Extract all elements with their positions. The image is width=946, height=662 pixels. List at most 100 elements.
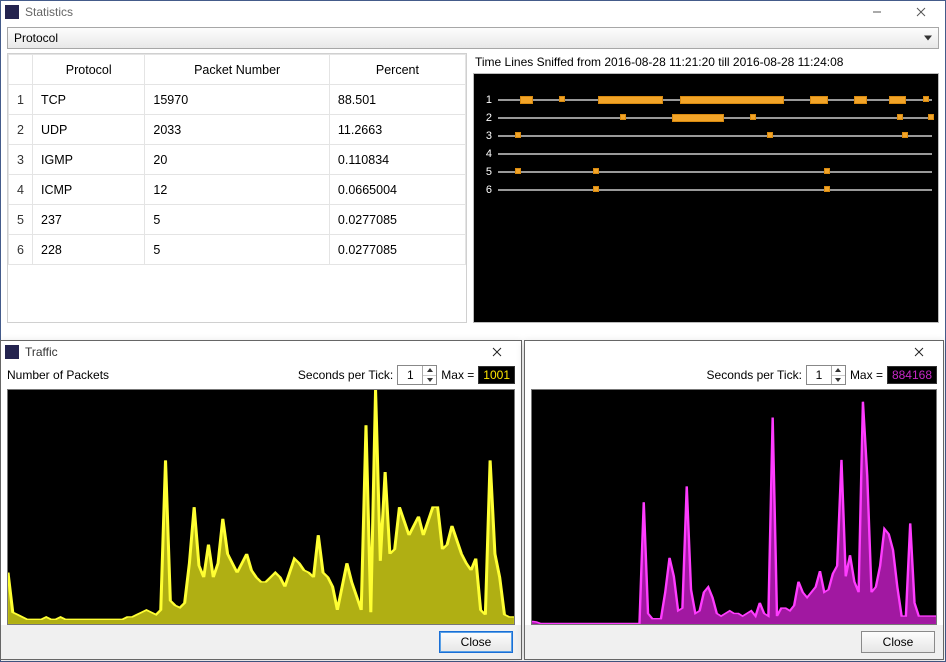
table-row[interactable]: 3IGMP200.110834 — [9, 145, 466, 175]
timeline-track — [498, 99, 932, 101]
row-index: 2 — [9, 115, 33, 145]
timeline-segment — [854, 96, 867, 104]
subtitle: Number of Packets — [7, 368, 109, 382]
close-button-footer[interactable]: Close — [861, 631, 935, 653]
close-button[interactable] — [899, 342, 939, 362]
timeline-segment — [767, 132, 773, 138]
cell-packets: 5 — [145, 205, 329, 235]
spt-label: Seconds per Tick: — [298, 368, 393, 382]
seconds-per-tick-spinner[interactable]: 1 — [806, 365, 846, 385]
cell-percent: 0.110834 — [329, 145, 465, 175]
timeline-row: 5 — [474, 162, 932, 182]
traffic-controls: Number of Packets Seconds per Tick: 1 Ma… — [1, 363, 521, 389]
table-row[interactable]: 1TCP1597088.501 — [9, 85, 466, 115]
minimize-button[interactable] — [855, 2, 899, 22]
col-percent[interactable]: Percent — [329, 55, 465, 85]
timeline-segment — [750, 114, 756, 120]
row-index: 6 — [9, 235, 33, 265]
timeline-segment — [824, 186, 830, 192]
row-index: 3 — [9, 145, 33, 175]
bytes-chart[interactable] — [531, 389, 937, 625]
cell-packets: 2033 — [145, 115, 329, 145]
timeline-segment — [810, 96, 827, 104]
timeline-row: 2 — [474, 108, 932, 128]
table-row[interactable]: 2UDP203311.2663 — [9, 115, 466, 145]
chevron-down-icon — [924, 36, 932, 41]
timeline-row: 6 — [474, 180, 932, 200]
traffic-titlebar: Traffic — [1, 341, 521, 363]
timeline-segment — [672, 114, 724, 122]
row-index: 5 — [9, 205, 33, 235]
timeline-row: 4 — [474, 144, 932, 164]
timeline-row: 1 — [474, 90, 932, 110]
timeline-segment — [593, 168, 599, 174]
cell-percent: 0.0665004 — [329, 175, 465, 205]
timeline-track — [498, 117, 932, 119]
view-select-value: Protocol — [14, 31, 58, 45]
timeline-segment — [520, 96, 533, 104]
table-row[interactable]: 4ICMP120.0665004 — [9, 175, 466, 205]
close-button[interactable] — [477, 342, 517, 362]
table-row[interactable]: 523750.0277085 — [9, 205, 466, 235]
timeline-segment — [923, 96, 929, 102]
cell-protocol: TCP — [33, 85, 145, 115]
spinner-down-icon[interactable] — [423, 376, 436, 385]
timeline-row-label: 6 — [474, 184, 498, 196]
packets-chart[interactable] — [7, 389, 515, 625]
seconds-per-tick-spinner[interactable]: 1 — [397, 365, 437, 385]
spinner-down-icon[interactable] — [832, 376, 845, 385]
app-icon — [5, 345, 19, 359]
timeline-segment — [515, 168, 521, 174]
timeline-panel: Time Lines Sniffed from 2016-08-28 11:21… — [473, 53, 939, 323]
cell-percent: 0.0277085 — [329, 205, 465, 235]
timeline-canvas[interactable]: 1 2 3 4 5 6 — [473, 73, 939, 323]
timeline-row-label: 1 — [474, 94, 498, 106]
cell-packets: 5 — [145, 235, 329, 265]
spt-value: 1 — [807, 366, 831, 384]
timeline-segment — [902, 132, 908, 138]
timeline-row: 3 — [474, 126, 932, 146]
timeline-segment — [620, 114, 626, 120]
close-button-footer[interactable]: Close — [439, 631, 513, 653]
timeline-segment — [897, 114, 903, 120]
protocol-table: Protocol Packet Number Percent 1TCP15970… — [7, 53, 467, 323]
timeline-track — [498, 135, 932, 137]
timeline-title: Time Lines Sniffed from 2016-08-28 11:21… — [473, 53, 939, 73]
table-row[interactable]: 622850.0277085 — [9, 235, 466, 265]
timeline-row-label: 3 — [474, 130, 498, 142]
cell-protocol: ICMP — [33, 175, 145, 205]
traffic-title: Traffic — [25, 345, 477, 359]
traffic-titlebar — [525, 341, 943, 363]
view-select[interactable]: Protocol — [7, 27, 939, 49]
cell-protocol: UDP — [33, 115, 145, 145]
spinner-up-icon[interactable] — [832, 366, 845, 376]
traffic-window-left: Traffic Number of Packets Seconds per Ti… — [0, 340, 522, 660]
timeline-row-label: 2 — [474, 112, 498, 124]
cell-packets: 20 — [145, 145, 329, 175]
max-label: Max = — [441, 368, 474, 382]
cell-percent: 11.2663 — [329, 115, 465, 145]
max-label: Max = — [850, 368, 883, 382]
timeline-segment — [889, 96, 906, 104]
close-button[interactable] — [899, 2, 943, 22]
col-packet-number[interactable]: Packet Number — [145, 55, 329, 85]
spinner-up-icon[interactable] — [423, 366, 436, 376]
timeline-row-label: 4 — [474, 148, 498, 160]
cell-protocol: 228 — [33, 235, 145, 265]
traffic-window-right: Seconds per Tick: 1 Max = 884168 Close — [524, 340, 944, 660]
timeline-segment — [515, 132, 521, 138]
traffic-controls: Seconds per Tick: 1 Max = 884168 — [525, 363, 943, 389]
max-value: 884168 — [887, 366, 937, 384]
cell-packets: 12 — [145, 175, 329, 205]
spt-value: 1 — [398, 366, 422, 384]
timeline-track — [498, 189, 932, 191]
cell-protocol: 237 — [33, 205, 145, 235]
col-protocol[interactable]: Protocol — [33, 55, 145, 85]
timeline-segment — [928, 114, 934, 120]
row-index: 1 — [9, 85, 33, 115]
spt-label: Seconds per Tick: — [707, 368, 802, 382]
table-header-row: Protocol Packet Number Percent — [9, 55, 466, 85]
max-value: 1001 — [478, 366, 515, 384]
timeline-segment — [593, 186, 599, 192]
app-icon — [5, 5, 19, 19]
